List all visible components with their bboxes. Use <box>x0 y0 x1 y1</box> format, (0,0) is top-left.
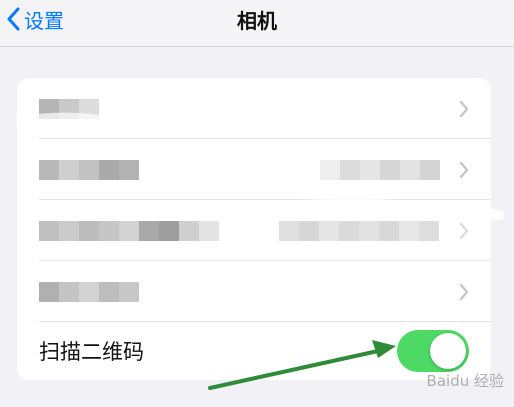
watermark: Baidu 经验 <box>426 372 504 390</box>
annotation-arrow <box>208 340 396 390</box>
